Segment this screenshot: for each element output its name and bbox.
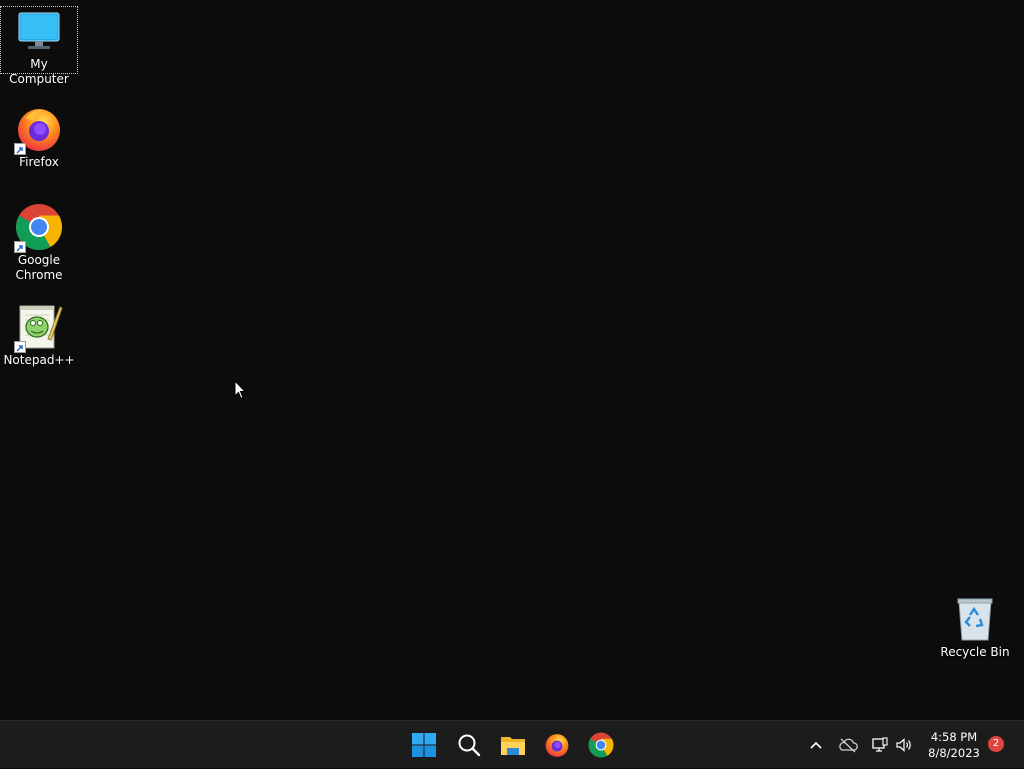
desktop-icon-notepad-plus-plus[interactable]: Notepad++ bbox=[1, 303, 77, 368]
chrome-icon bbox=[588, 732, 614, 758]
shortcut-arrow-icon bbox=[14, 341, 26, 353]
taskbar: 4:58 PM 8/8/2023 bbox=[0, 720, 1024, 768]
desktop-icon-recycle-bin[interactable]: Recycle Bin bbox=[937, 595, 1013, 660]
desktop-icon-label: Firefox bbox=[19, 155, 59, 169]
file-explorer-button[interactable] bbox=[495, 727, 531, 763]
firefox-icon bbox=[14, 105, 63, 155]
clock-date: 8/8/2023 bbox=[928, 746, 980, 760]
desktop-icon-google-chrome[interactable]: Google Chrome bbox=[1, 203, 77, 283]
volume-tray-button[interactable] bbox=[893, 721, 915, 769]
mouse-cursor-icon bbox=[234, 379, 247, 404]
recycle-bin-icon bbox=[951, 595, 999, 643]
clock[interactable]: 4:58 PM 8/8/2023 bbox=[918, 729, 990, 761]
desktop-icon-label: Google Chrome bbox=[15, 253, 63, 282]
firefox-taskbar-button[interactable] bbox=[539, 727, 575, 763]
desktop-icon-my-computer[interactable]: My Computer bbox=[0, 6, 78, 86]
volume-icon bbox=[896, 738, 911, 752]
chevron-up-icon bbox=[810, 741, 822, 749]
search-icon bbox=[458, 734, 481, 757]
start-icon bbox=[412, 733, 436, 757]
search-button[interactable] bbox=[451, 727, 487, 763]
file-explorer-icon bbox=[501, 737, 525, 755]
onedrive-offline-icon bbox=[839, 738, 858, 753]
onedrive-tray-button[interactable] bbox=[836, 721, 860, 769]
monitor-icon bbox=[15, 7, 63, 55]
show-hidden-icons-button[interactable] bbox=[806, 721, 826, 769]
desktop-icon-label: My Computer bbox=[9, 57, 69, 86]
desktop-icon-label: Notepad++ bbox=[3, 353, 75, 367]
shortcut-arrow-icon bbox=[14, 241, 26, 253]
network-icon bbox=[872, 737, 888, 752]
start-button[interactable] bbox=[406, 727, 442, 763]
desktop-icon-firefox[interactable]: Firefox bbox=[1, 105, 77, 170]
notepad-plus-plus-icon bbox=[14, 303, 63, 353]
clock-time: 4:58 PM bbox=[930, 730, 978, 744]
chrome-taskbar-button[interactable] bbox=[583, 727, 619, 763]
network-tray-button[interactable] bbox=[869, 721, 891, 769]
desktop-icon-label: Recycle Bin bbox=[940, 645, 1010, 659]
chrome-icon bbox=[14, 203, 63, 253]
shortcut-arrow-icon bbox=[14, 143, 26, 155]
notification-badge[interactable]: 2 bbox=[988, 736, 1004, 752]
firefox-icon bbox=[545, 734, 569, 757]
desktop[interactable]: My Computer Firefox Google Chrome Notepa… bbox=[0, 0, 1024, 720]
